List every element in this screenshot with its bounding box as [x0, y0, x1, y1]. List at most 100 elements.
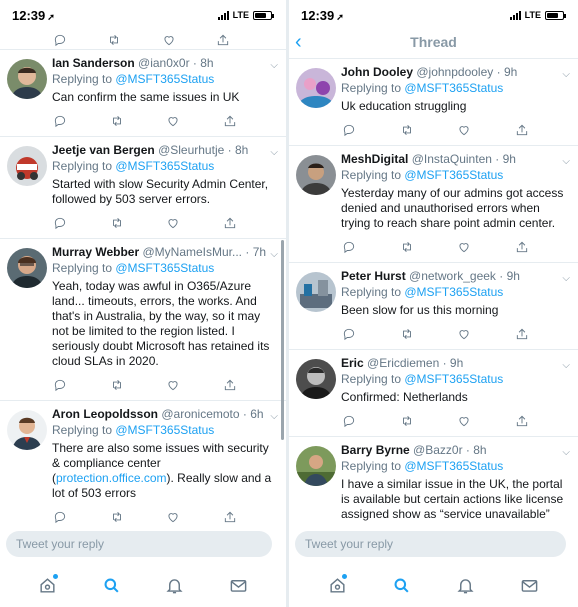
share-icon[interactable]: [222, 215, 238, 231]
tweet[interactable]: John Dooley @johnpdooley · 9h ⌵ Replying…: [289, 59, 578, 146]
retweet-icon[interactable]: [399, 326, 415, 342]
like-icon[interactable]: [456, 122, 472, 138]
mention-link[interactable]: @MSFT365Status: [115, 159, 214, 173]
retweet-icon[interactable]: [106, 32, 122, 48]
avatar[interactable]: [296, 359, 336, 399]
like-icon[interactable]: [165, 113, 181, 129]
chevron-down-icon[interactable]: ⌵: [270, 145, 278, 160]
author-name[interactable]: Aron Leopoldsson: [52, 407, 158, 421]
reply-icon[interactable]: [341, 413, 357, 429]
chevron-down-icon[interactable]: ⌵: [562, 67, 570, 82]
tweet[interactable]: Ian Sanderson @ian0x0r · 8h ⌵ Replying t…: [0, 50, 286, 137]
mention-link[interactable]: @MSFT365Status: [404, 459, 503, 473]
like-icon[interactable]: [165, 509, 181, 525]
reply-icon[interactable]: [52, 32, 68, 48]
share-icon[interactable]: [222, 113, 238, 129]
avatar[interactable]: [296, 155, 336, 195]
chevron-down-icon[interactable]: ⌵: [270, 247, 278, 262]
chevron-down-icon[interactable]: ⌵: [562, 358, 570, 373]
tab-messages[interactable]: [518, 573, 542, 597]
like-icon[interactable]: [456, 239, 472, 255]
reply-icon[interactable]: [52, 215, 68, 231]
share-icon[interactable]: [222, 377, 238, 393]
mention-link[interactable]: @MSFT365Status: [404, 372, 503, 386]
tweet[interactable]: Eric @Ericdiemen · 9h ⌵ Replying to @MSF…: [289, 350, 578, 437]
like-icon[interactable]: [456, 326, 472, 342]
retweet-icon[interactable]: [399, 413, 415, 429]
like-icon[interactable]: [165, 377, 181, 393]
mention-link[interactable]: @MSFT365Status: [404, 168, 503, 182]
author-name[interactable]: Ian Sanderson: [52, 56, 135, 70]
reply-icon[interactable]: [52, 377, 68, 393]
chevron-down-icon[interactable]: ⌵: [562, 445, 570, 460]
reply-icon[interactable]: [341, 326, 357, 342]
mention-link[interactable]: @MSFT365Status: [404, 285, 503, 299]
tweet[interactable]: Murray Webber @MyNameIsMur... · 7h ⌵ Rep…: [0, 239, 286, 401]
tab-home[interactable]: [325, 573, 349, 597]
author-name[interactable]: Jeetje van Bergen: [52, 143, 155, 157]
tweet-reply-input[interactable]: [295, 531, 566, 557]
share-icon[interactable]: [514, 413, 530, 429]
avatar[interactable]: [7, 410, 47, 450]
mention-link[interactable]: @MSFT365Status: [404, 81, 503, 95]
avatar[interactable]: [296, 446, 336, 486]
author-name[interactable]: Eric: [341, 356, 364, 370]
reply-feed[interactable]: John Dooley @johnpdooley · 9h ⌵ Replying…: [289, 58, 578, 525]
reply-composer[interactable]: [295, 531, 566, 557]
tweet[interactable]: Barry Byrne @Bazz0r · 8h ⌵ Replying to @…: [289, 437, 578, 525]
mention-link[interactable]: @MSFT365Status: [115, 261, 214, 275]
chevron-down-icon[interactable]: ⌵: [562, 154, 570, 169]
retweet-icon[interactable]: [109, 509, 125, 525]
tweet-text: Yesterday many of our admins got access …: [341, 186, 564, 230]
tweet[interactable]: Jeetje van Bergen @Sleurhutje · 8h ⌵ Rep…: [0, 137, 286, 239]
chevron-down-icon[interactable]: ⌵: [270, 58, 278, 73]
share-icon[interactable]: [514, 239, 530, 255]
replying-to: Replying to @MSFT365Status: [341, 81, 504, 95]
like-icon[interactable]: [165, 215, 181, 231]
chevron-down-icon[interactable]: ⌵: [270, 409, 278, 424]
share-icon[interactable]: [514, 326, 530, 342]
retweet-icon[interactable]: [109, 113, 125, 129]
tab-messages[interactable]: [226, 573, 250, 597]
tweet[interactable]: Peter Hurst @network_geek · 9h ⌵ Replyin…: [289, 263, 578, 350]
share-icon[interactable]: [222, 509, 238, 525]
avatar[interactable]: [7, 248, 47, 288]
tab-search[interactable]: [99, 573, 123, 597]
author-name[interactable]: John Dooley: [341, 65, 413, 79]
url-link[interactable]: protection.office.com: [56, 471, 167, 485]
tab-notifications[interactable]: [163, 573, 187, 597]
tweet[interactable]: Aron Leopoldsson @aronicemoto · 6h ⌵ Rep…: [0, 401, 286, 525]
tweet[interactable]: MeshDigital @InstaQuinten · 9h ⌵ Replyin…: [289, 146, 578, 263]
avatar[interactable]: [296, 272, 336, 312]
reply-feed[interactable]: Ian Sanderson @ian0x0r · 8h ⌵ Replying t…: [0, 30, 286, 525]
tweet-reply-input[interactable]: [6, 531, 272, 557]
avatar[interactable]: [7, 146, 47, 186]
reply-icon[interactable]: [341, 122, 357, 138]
mention-link[interactable]: @MSFT365Status: [115, 423, 214, 437]
retweet-icon[interactable]: [399, 239, 415, 255]
tab-search[interactable]: [389, 573, 413, 597]
chevron-down-icon[interactable]: ⌵: [562, 271, 570, 286]
author-name[interactable]: MeshDigital: [341, 152, 408, 166]
avatar[interactable]: [7, 59, 47, 99]
tab-notifications[interactable]: [454, 573, 478, 597]
reply-icon[interactable]: [52, 509, 68, 525]
scrollbar[interactable]: [281, 240, 284, 440]
avatar[interactable]: [296, 68, 336, 108]
replying-to: Replying to @MSFT365Status: [341, 459, 504, 473]
author-name[interactable]: Barry Byrne: [341, 443, 410, 457]
share-icon[interactable]: [514, 122, 530, 138]
tab-home[interactable]: [36, 573, 60, 597]
author-name[interactable]: Peter Hurst: [341, 269, 406, 283]
reply-icon[interactable]: [341, 239, 357, 255]
reply-composer[interactable]: [6, 531, 272, 557]
reply-icon[interactable]: [52, 113, 68, 129]
mention-link[interactable]: @MSFT365Status: [115, 72, 214, 86]
share-icon[interactable]: [215, 32, 231, 48]
like-icon[interactable]: [161, 32, 177, 48]
author-name[interactable]: Murray Webber: [52, 245, 139, 259]
like-icon[interactable]: [456, 413, 472, 429]
retweet-icon[interactable]: [109, 377, 125, 393]
retweet-icon[interactable]: [109, 215, 125, 231]
retweet-icon[interactable]: [399, 122, 415, 138]
